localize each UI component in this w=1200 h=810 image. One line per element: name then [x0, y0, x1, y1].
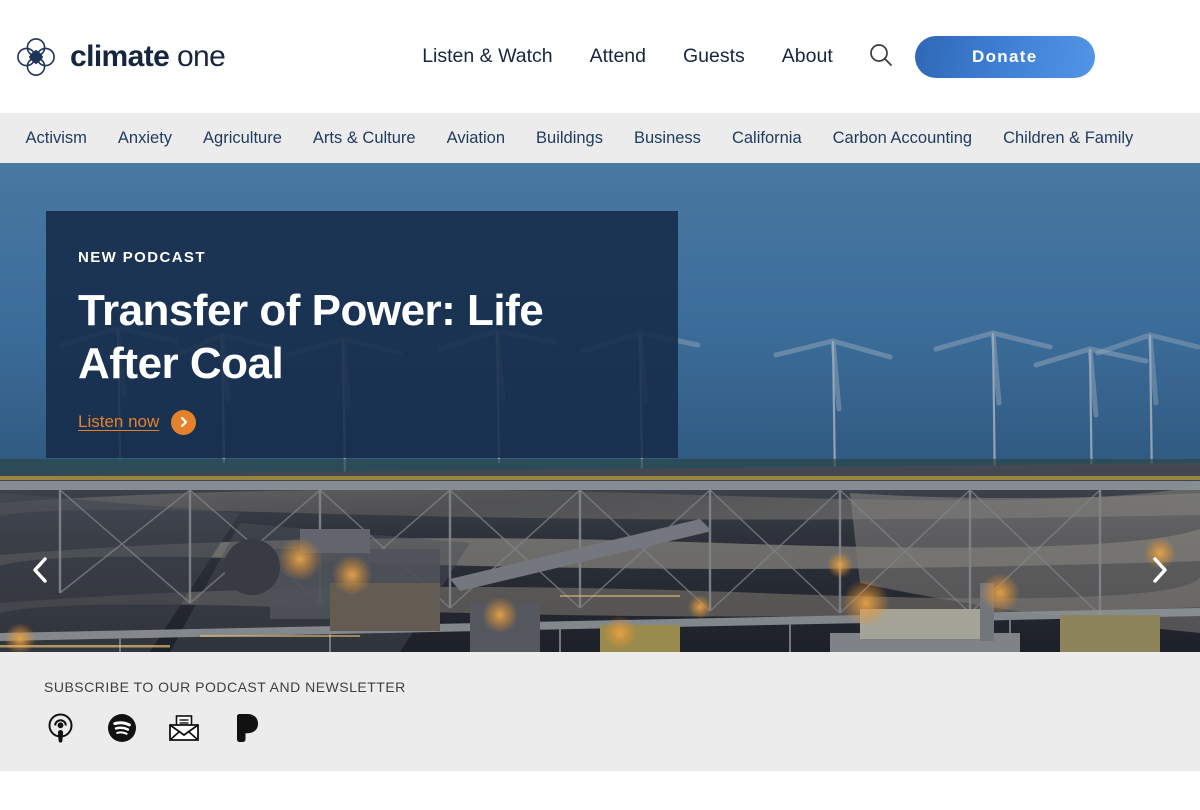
topic-arts-and-culture[interactable]: Arts & Culture: [297, 129, 431, 148]
logo-wordmark: climate one: [70, 40, 225, 74]
primary-nav: Listen & Watch Attend Guests About: [422, 45, 833, 68]
search-icon: [867, 41, 895, 72]
newsletter-envelope-icon[interactable]: [168, 712, 200, 744]
topics-bar[interactable]: Activism Anxiety Agriculture Arts & Cult…: [0, 113, 1200, 163]
hero-kicker: NEW PODCAST: [78, 249, 632, 266]
apple-podcasts-icon[interactable]: [44, 712, 76, 744]
nav-guests[interactable]: Guests: [683, 45, 745, 68]
spotify-icon[interactable]: [106, 712, 138, 744]
topic-children-and-family[interactable]: Children & Family: [988, 129, 1149, 148]
topic-carbon-accounting[interactable]: Carbon Accounting: [817, 129, 987, 148]
logo-word-climate: climate: [70, 40, 169, 73]
topic-aviation[interactable]: Aviation: [431, 129, 520, 148]
chevron-left-icon: [29, 555, 51, 588]
hero-overlay-card: NEW PODCAST Transfer of Power: Life Afte…: [46, 211, 678, 458]
nav-listen-watch[interactable]: Listen & Watch: [422, 45, 552, 68]
listen-now-link[interactable]: Listen now: [78, 412, 159, 432]
donate-button[interactable]: Donate: [915, 36, 1095, 78]
chevron-right-icon: [1149, 555, 1171, 588]
topic-business[interactable]: Business: [618, 129, 716, 148]
topic-buildings[interactable]: Buildings: [521, 129, 619, 148]
subscribe-label: SUBSCRIBE TO OUR PODCAST AND NEWSLETTER: [44, 679, 1200, 695]
subscribe-icon-row: [44, 712, 1200, 744]
nav-about[interactable]: About: [782, 45, 833, 68]
site-header: climate one Listen & Watch Attend Guests…: [0, 0, 1200, 113]
nav-attend[interactable]: Attend: [590, 45, 646, 68]
topic-agriculture[interactable]: Agriculture: [188, 129, 298, 148]
carousel-next-button[interactable]: [1142, 553, 1178, 589]
page-bottom-spacer: [0, 771, 1200, 810]
hero-cta[interactable]: Listen now: [78, 410, 632, 435]
subscribe-section: SUBSCRIBE TO OUR PODCAST AND NEWSLETTER: [0, 652, 1200, 771]
topic-california[interactable]: California: [716, 129, 817, 148]
topic-anxiety[interactable]: Anxiety: [102, 129, 187, 148]
chevron-right-circle-icon[interactable]: [171, 410, 196, 435]
carousel-prev-button[interactable]: [22, 553, 58, 589]
logo-word-one: one: [169, 40, 225, 73]
hero-carousel: NEW PODCAST Transfer of Power: Life Afte…: [0, 163, 1200, 652]
site-logo[interactable]: climate one: [14, 35, 225, 79]
search-button[interactable]: [863, 39, 899, 75]
clover-circles-icon: [14, 35, 58, 79]
hero-title: Transfer of Power: Life After Coal: [78, 285, 632, 391]
pandora-icon[interactable]: [230, 712, 262, 744]
topic-activism[interactable]: Activism: [10, 129, 102, 148]
